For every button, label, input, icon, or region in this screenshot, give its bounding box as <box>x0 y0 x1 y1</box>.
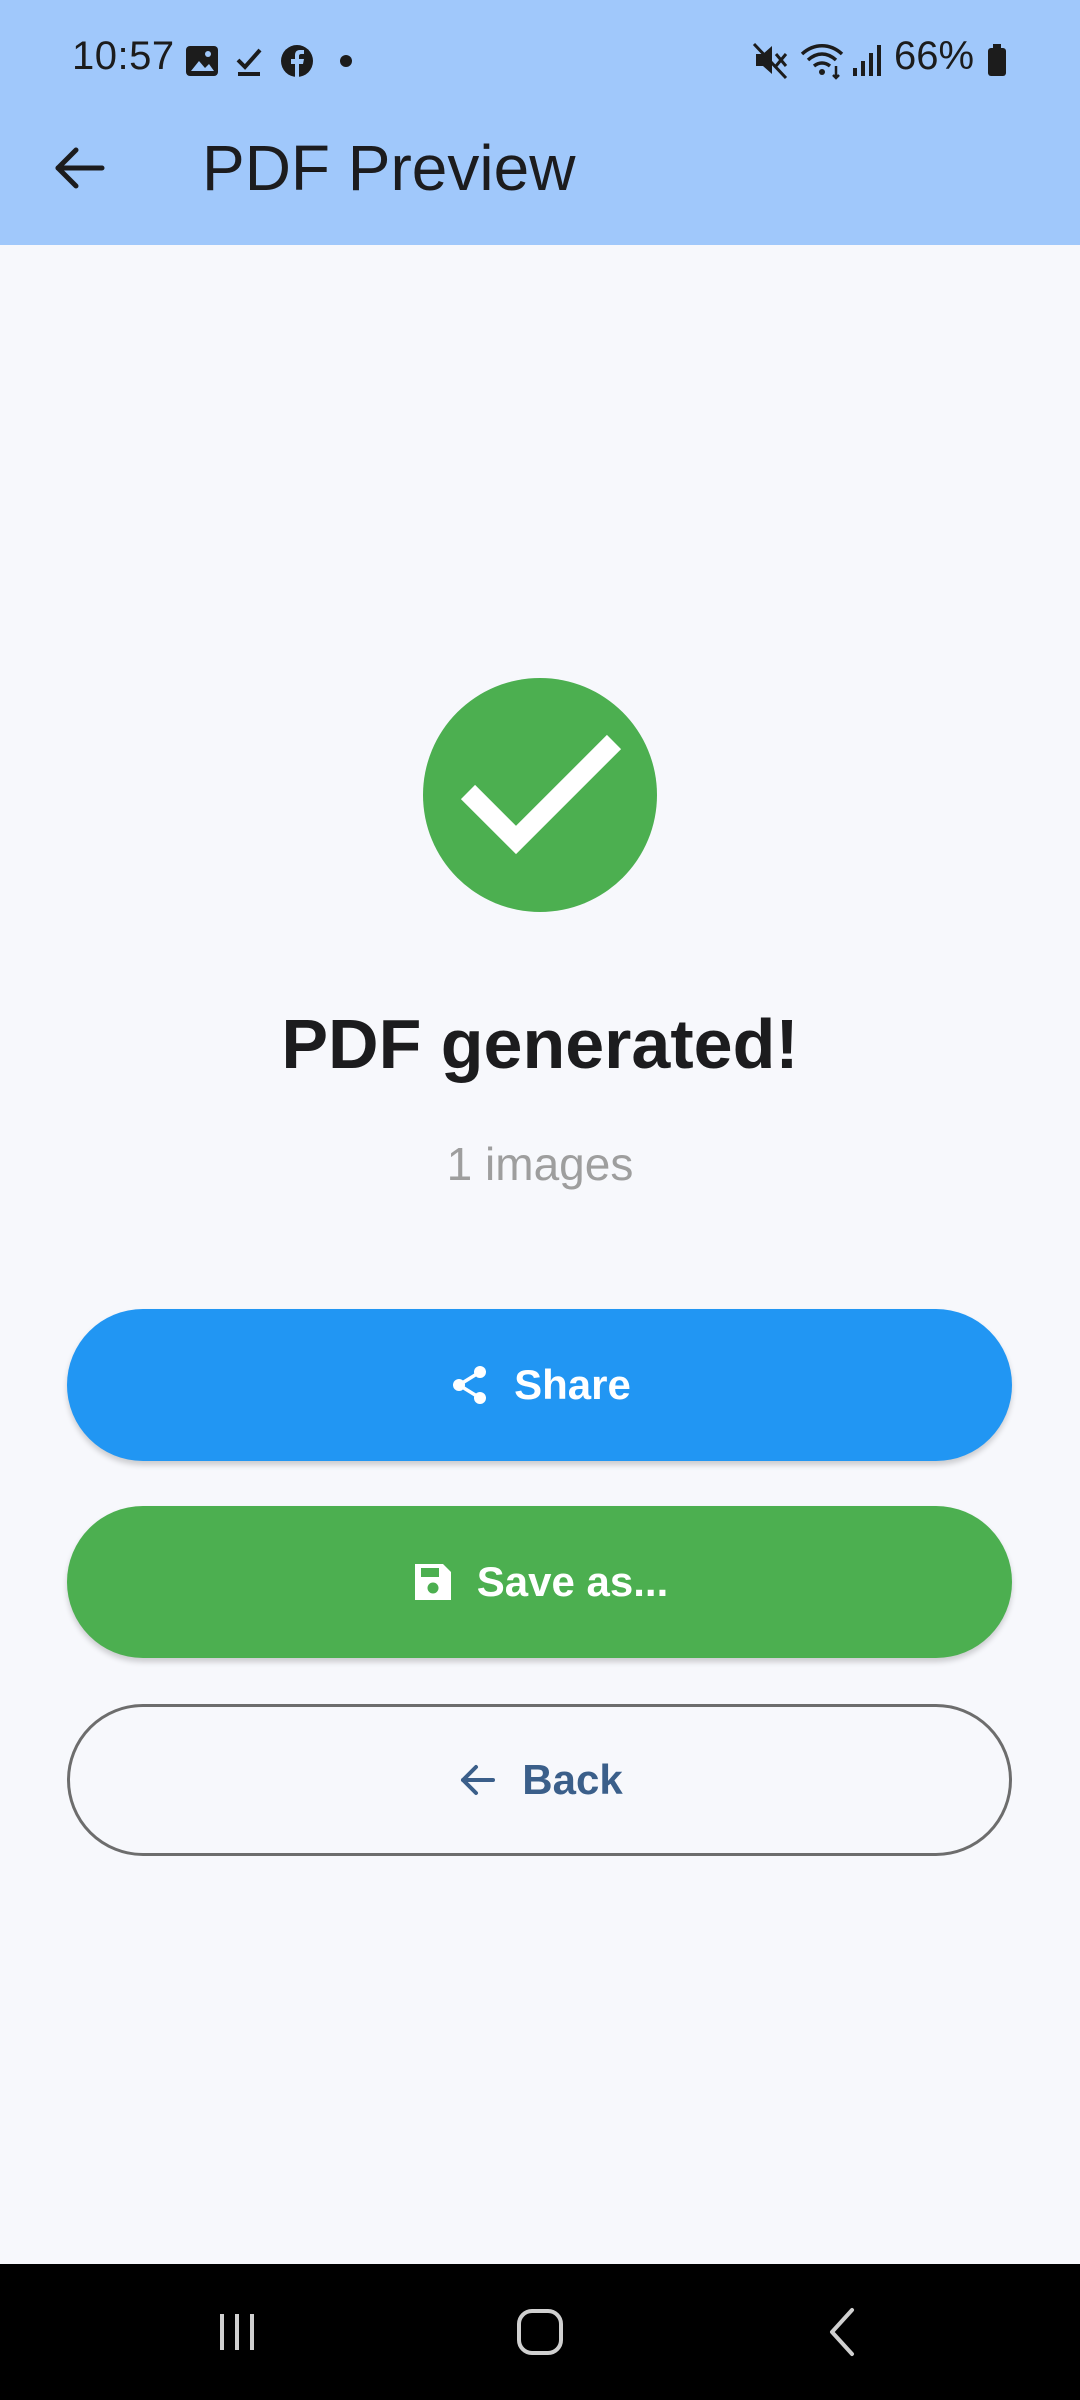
facebook-icon <box>281 45 313 77</box>
success-icon <box>423 678 657 912</box>
battery-icon <box>988 44 1006 76</box>
save-as-button[interactable]: Save as... <box>67 1506 1012 1658</box>
recent-apps-icon[interactable] <box>212 2304 262 2360</box>
signal-icon <box>853 45 881 76</box>
share-button-label: Share <box>514 1361 631 1408</box>
share-icon <box>453 1366 487 1404</box>
back-icon[interactable] <box>818 2304 868 2360</box>
result-headline: PDF generated! <box>281 1005 799 1083</box>
back-button[interactable]: Back <box>67 1704 1012 1856</box>
share-button[interactable]: Share <box>67 1309 1012 1461</box>
status-bar: 10:57 66% <box>0 0 1080 120</box>
save-icon <box>414 1564 451 1600</box>
back-button-label: Back <box>522 1756 623 1803</box>
arrow-back-icon <box>461 1765 496 1795</box>
page-title: PDF Preview <box>202 132 576 204</box>
home-icon[interactable] <box>512 2304 568 2360</box>
save-button-label: Save as... <box>476 1558 669 1605</box>
status-time: 10:57 <box>72 34 175 78</box>
arrow-back-icon[interactable] <box>50 138 110 198</box>
battery-percent: 66% <box>894 34 975 78</box>
wifi-icon <box>800 44 844 80</box>
check-icon <box>236 48 262 76</box>
gallery-icon <box>186 46 218 76</box>
image-count: 1 images <box>446 1138 634 1190</box>
dot-icon <box>340 55 352 67</box>
checkmark-icon <box>460 734 622 855</box>
mute-icon <box>752 42 788 80</box>
system-nav-bar <box>0 2264 1080 2400</box>
